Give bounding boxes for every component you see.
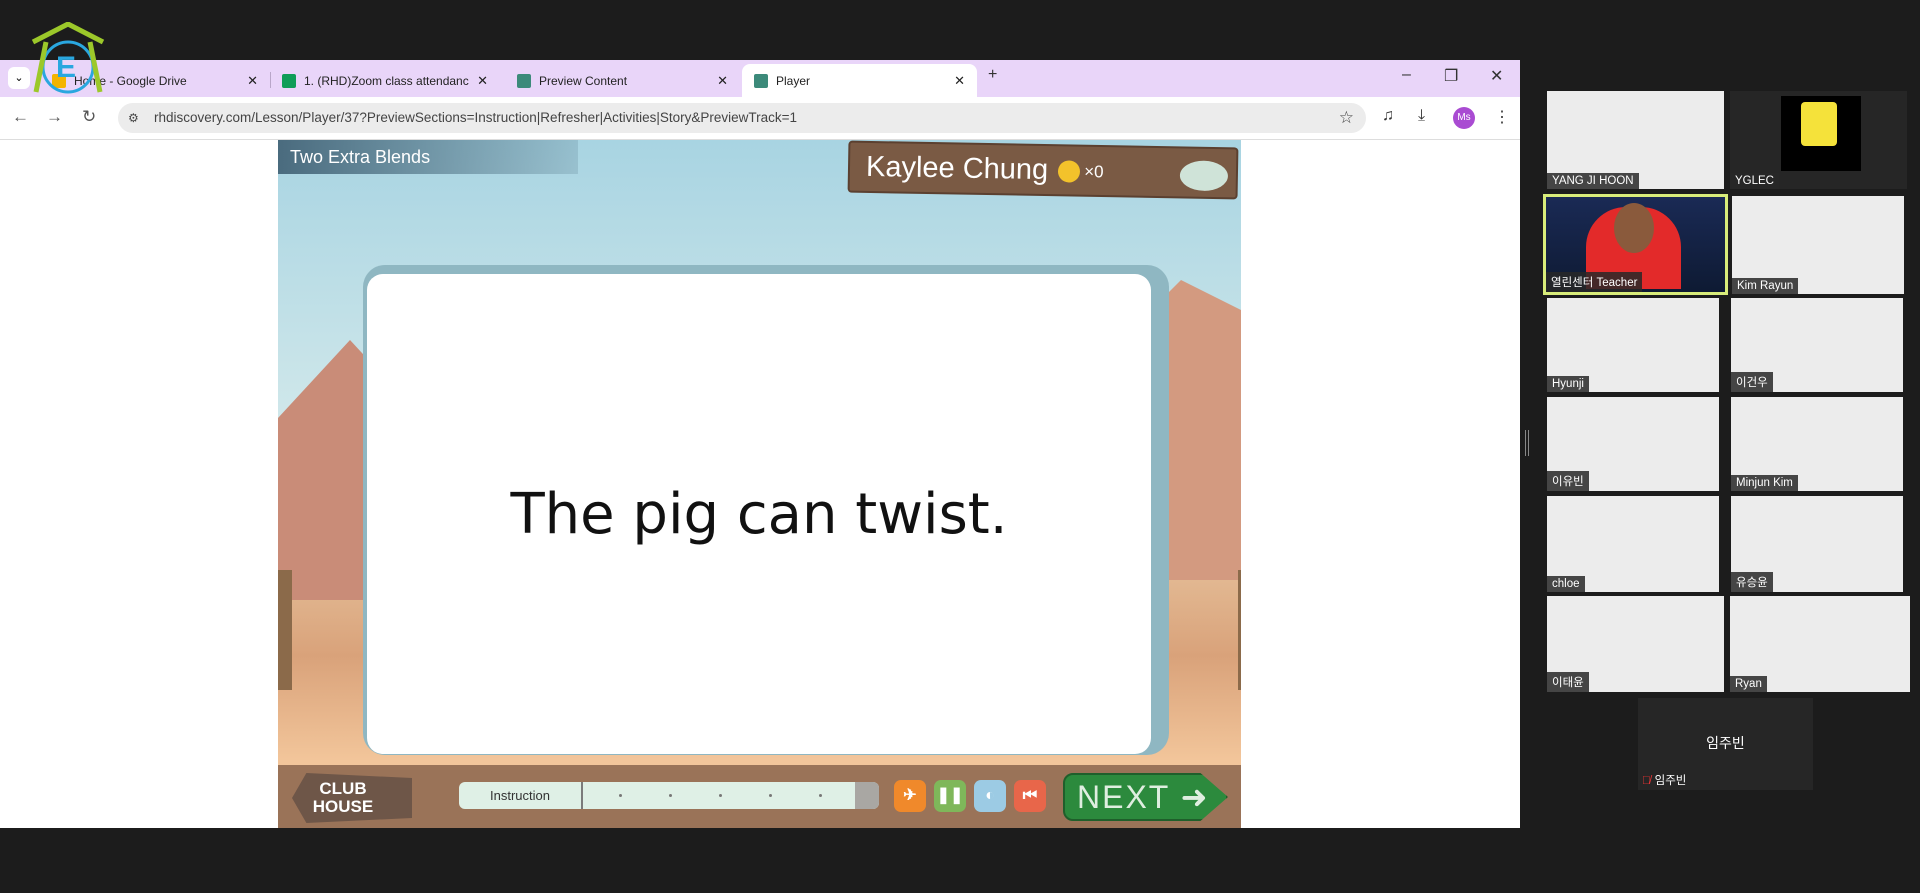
participant-tile[interactable]: 이건우 [1731,298,1903,392]
coin-icon [1057,160,1081,183]
tab-player[interactable]: Player ✕ [742,64,977,97]
participant-tile[interactable]: chloe [1547,496,1719,592]
hint-button[interactable]: ✈ [894,780,926,812]
progress-end [855,782,879,809]
muted-mic-icon: 🎙̸ [1642,775,1651,787]
player-controls: CLUB HOUSE Instruction ✈ ❚❚ ◐ ⏮ NEXT ➜ [278,765,1241,828]
close-icon[interactable]: ✕ [477,73,488,89]
participant-tile[interactable]: 유승윤 [1731,496,1903,592]
forward-button[interactable]: → [46,107,63,127]
participant-name: 이유빈 [1547,471,1589,491]
participant-name: 임주빈 [1654,775,1687,787]
panel-resize-handle[interactable] [1525,430,1529,456]
url-input[interactable]: ⚙ rhdiscovery.com/Lesson/Player/37?Previe… [118,103,1366,133]
next-button[interactable]: NEXT ➜ [1063,773,1228,821]
participant-tile-active-speaker[interactable]: 열린센터 Teacher [1543,194,1728,295]
spongebob-avatar [1781,96,1861,171]
menu-icon[interactable]: ⋮ [1494,107,1510,127]
profile-avatar[interactable]: Ms [1453,107,1475,129]
progress-step [819,794,822,797]
lesson-player: Two Extra Blends Kaylee Chung ×0 The pig … [278,140,1241,828]
google-sheets-icon [282,73,296,88]
participant-display-name: 임주빈 [1706,735,1745,751]
participant-tile[interactable]: Ryan [1730,596,1910,692]
participant-name: 유승윤 [1731,572,1773,592]
reload-button[interactable]: ↻ [82,107,96,127]
download-icon[interactable]: ⤓ [1418,107,1425,125]
participant-name: 이태윤 [1547,672,1589,692]
pause-button[interactable]: ❚❚ [934,780,966,812]
tab-search-button[interactable]: ⌄ [8,67,30,89]
tab-preview-content[interactable]: Preview Content ✕ [505,64,740,97]
participant-name: 열린센터 Teacher [1546,272,1643,292]
sentence-card: The pig can twist. [367,274,1151,754]
progress-step [669,794,672,797]
lesson-title: Two Extra Blends [278,140,578,174]
audio-button[interactable]: ◐ [974,780,1006,812]
section-label: Instruction [459,782,583,809]
tab-title: 1. (RHD)Zoom class attendanc [304,73,469,88]
progress-step [619,794,622,797]
participant-name: Hyunji [1547,376,1589,392]
participant-name: 이건우 [1731,372,1773,392]
participant-name: YANG JI HOON [1547,173,1639,189]
progress-step [719,794,722,797]
treehouse-icon[interactable] [1179,160,1229,192]
browser-window: ⌄ Home - Google Drive ✕ 1. (RHD)Zoom clas… [0,60,1520,828]
close-icon[interactable]: ✕ [247,73,258,89]
butterfly-icon [754,73,768,88]
tab-attendance[interactable]: 1. (RHD)Zoom class attendanc ✕ [270,64,500,97]
svg-text:E: E [56,51,76,84]
participant-name: Minjun Kim [1731,475,1798,491]
close-icon[interactable]: ✕ [954,73,965,89]
rewind-button[interactable]: ⏮ [1014,780,1046,812]
tab-bar: ⌄ Home - Google Drive ✕ 1. (RHD)Zoom clas… [0,60,1520,97]
participant-tile[interactable]: Kim Rayun [1732,196,1904,294]
media-control-icon[interactable]: ♫ [1382,107,1394,125]
teacher-face [1614,203,1654,253]
url-text: rhdiscovery.com/Lesson/Player/37?Preview… [154,110,798,125]
student-name: Kaylee Chung [865,150,1049,187]
close-window-button[interactable]: ✕ [1490,66,1503,86]
sentence-text: The pig can twist. [510,481,1008,547]
student-nameboard: Kaylee Chung ×0 [847,140,1239,200]
participant-tile[interactable]: 이유빈 [1547,397,1719,491]
participant-name: chloe [1547,576,1585,592]
bookmark-star-icon[interactable]: ☆ [1339,103,1354,133]
participant-name: YGLEC [1730,173,1779,189]
next-label: NEXT [1077,779,1170,815]
participant-tile[interactable]: Minjun Kim [1731,397,1903,491]
participant-tile[interactable]: 이태윤 [1547,596,1724,692]
participant-tile[interactable]: YGLEC [1730,91,1907,189]
coin-count: ×0 [1084,162,1104,182]
participant-tile-no-video[interactable]: 임주빈 🎙̸ 임주빈 [1638,698,1813,790]
participant-tile[interactable]: YANG JI HOON [1547,91,1724,189]
site-settings-icon[interactable]: ⚙ [128,103,139,133]
tab-title: Preview Content [539,73,628,88]
progress-step [769,794,772,797]
butterfly-icon [517,73,531,88]
new-tab-button[interactable]: + [988,66,997,84]
tab-title: Player [776,73,811,88]
close-icon[interactable]: ✕ [717,73,728,89]
club-house-button[interactable]: CLUB HOUSE [292,773,412,823]
address-bar-row: ← → ↻ ⚙ rhdiscovery.com/Lesson/Player/37?… [0,97,1520,140]
participant-name: Kim Rayun [1732,278,1799,294]
restore-button[interactable]: ❐ [1444,66,1458,86]
participant-name: Ryan [1730,676,1767,692]
progress-bar: Instruction [459,782,879,809]
participant-tile[interactable]: Hyunji [1547,298,1719,392]
back-button[interactable]: ← [12,107,29,127]
minimize-button[interactable]: – [1402,66,1411,84]
school-logo: E [31,22,105,94]
